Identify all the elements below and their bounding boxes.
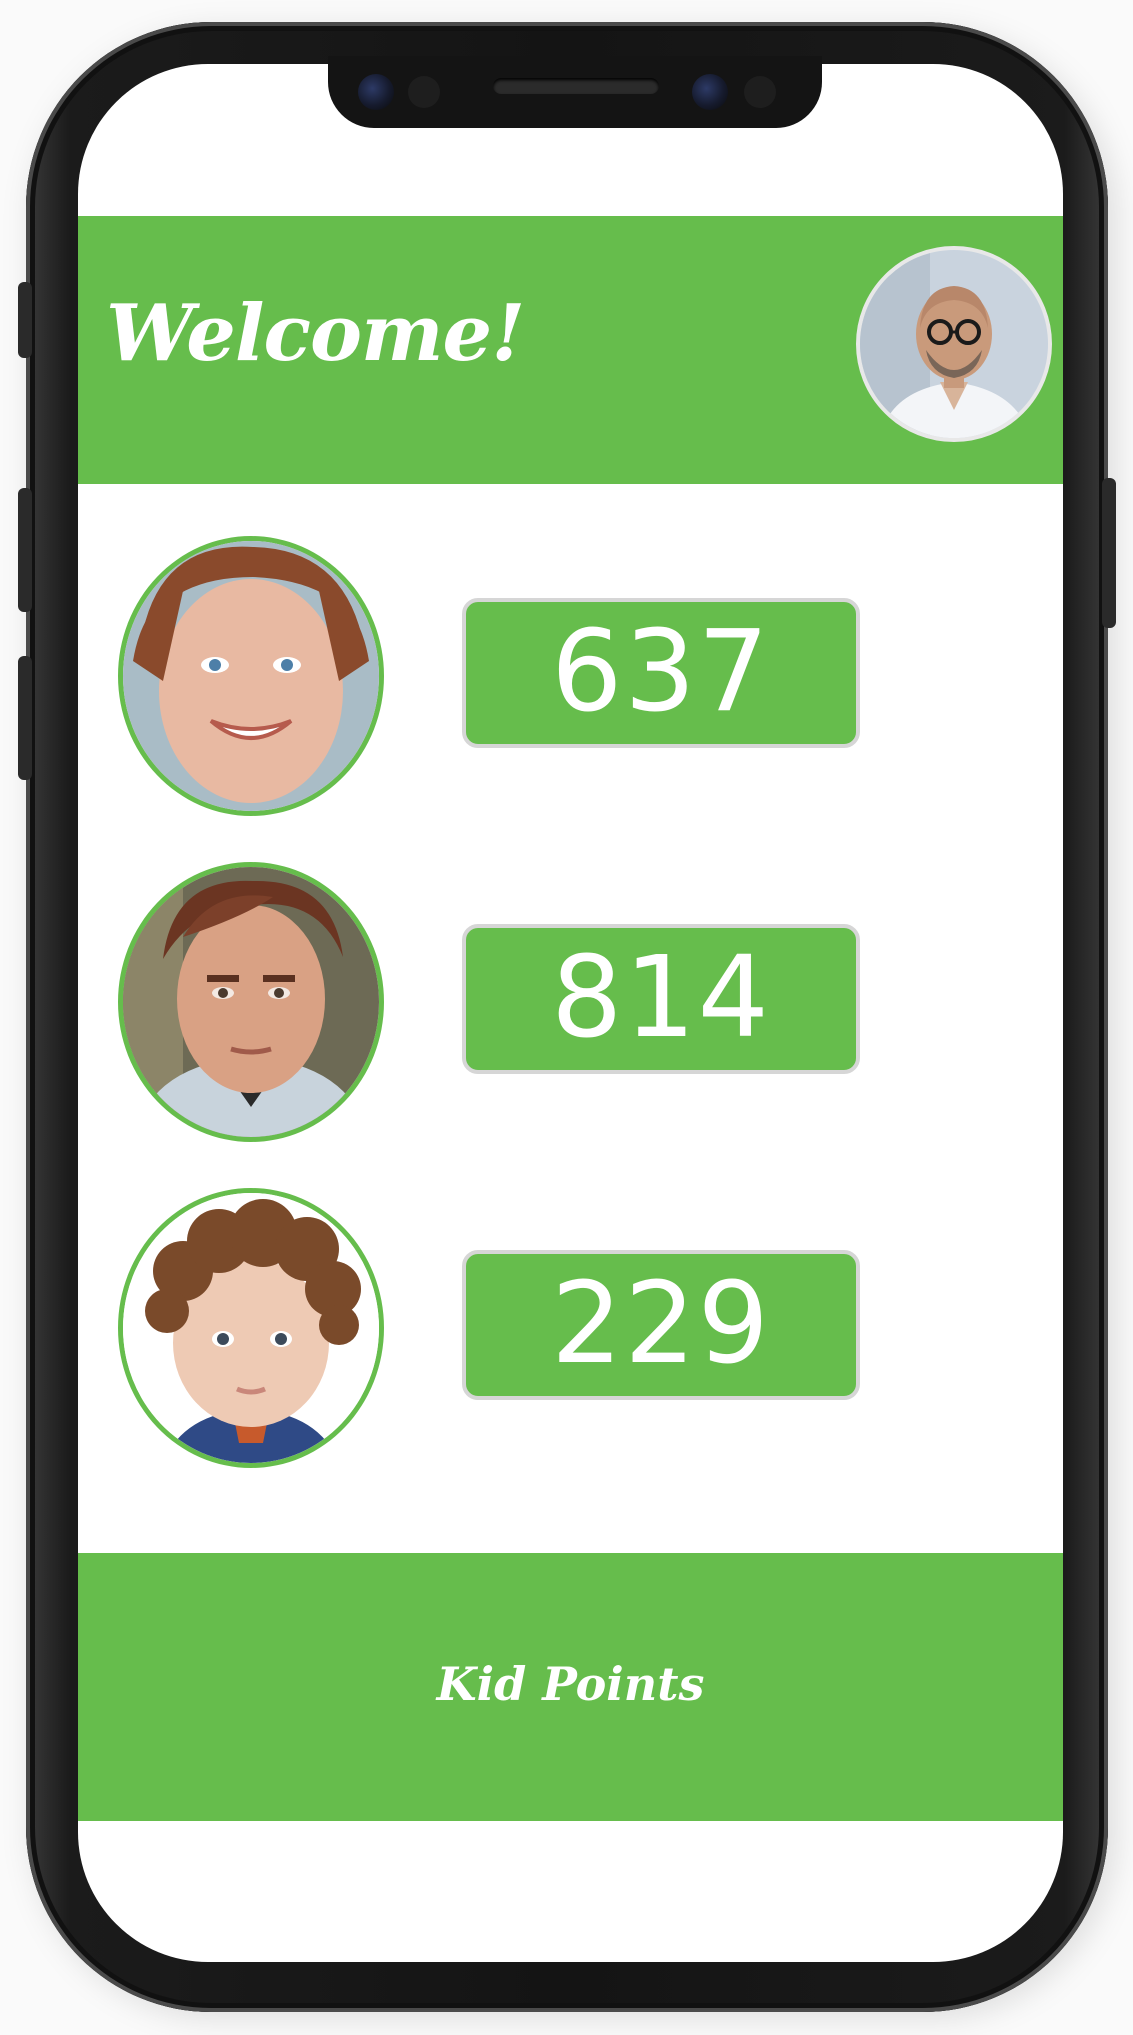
kid-photo [123, 867, 379, 1137]
phone-notch [328, 56, 822, 128]
earpiece-speaker [493, 78, 659, 94]
points-badge[interactable]: 637 [462, 598, 860, 748]
kid-photo [123, 541, 379, 811]
phone-screen: Welcome! 637 814 229 Kid Points [78, 64, 1063, 1962]
footer-app-name: Kid Points [436, 1657, 705, 1711]
header-bar: Welcome! [78, 216, 1063, 484]
face-id-sensor [692, 74, 728, 110]
footer-bar: Kid Points [78, 1553, 1063, 1821]
welcome-title: Welcome! [106, 288, 525, 379]
mute-switch [18, 282, 32, 358]
kid-avatar[interactable] [118, 1188, 384, 1468]
parent-avatar-image [860, 250, 1048, 438]
kid-avatar[interactable] [118, 862, 384, 1142]
parent-avatar[interactable] [856, 246, 1052, 442]
sensor [408, 76, 440, 108]
power-button [1102, 478, 1116, 628]
kid-avatar[interactable] [118, 536, 384, 816]
front-camera [358, 74, 394, 110]
sensor [744, 76, 776, 108]
device-stage: Welcome! 637 814 229 Kid Points [0, 0, 1133, 2035]
kid-row[interactable]: 814 [78, 862, 1063, 1142]
points-badge[interactable]: 814 [462, 924, 860, 1074]
points-badge[interactable]: 229 [462, 1250, 860, 1400]
kid-row[interactable]: 637 [78, 536, 1063, 816]
volume-down-button [18, 656, 32, 780]
volume-up-button [18, 488, 32, 612]
kid-photo [123, 1193, 379, 1463]
kid-row[interactable]: 229 [78, 1188, 1063, 1468]
